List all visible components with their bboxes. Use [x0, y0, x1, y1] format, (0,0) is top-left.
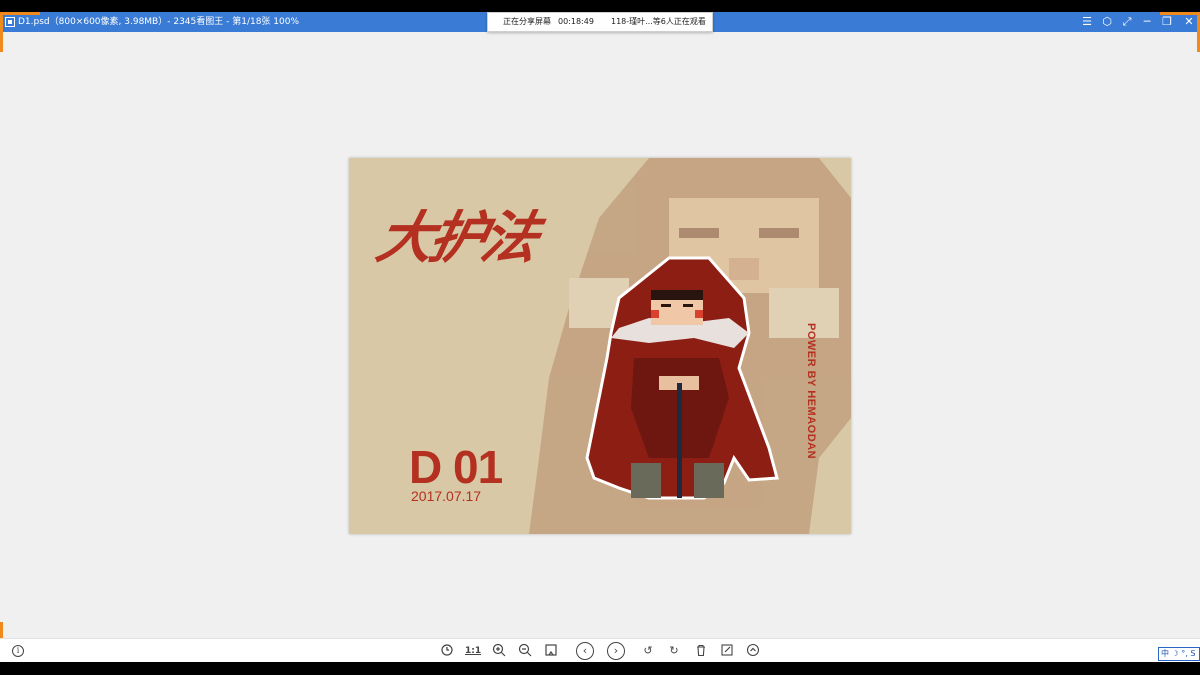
- screen-share-bar[interactable]: 正在分享屏幕 00:18:49 118-瑾叶...等6人正在观看: [487, 12, 713, 32]
- fullscreen-icon[interactable]: ⤢: [1117, 12, 1137, 32]
- share-status: 正在分享屏幕: [503, 17, 551, 26]
- next-image-button[interactable]: ›: [607, 642, 625, 660]
- minimize-button[interactable]: ─: [1137, 12, 1157, 32]
- restore-button[interactable]: ❐: [1157, 12, 1177, 32]
- rotate-view-icon[interactable]: [439, 643, 455, 659]
- poster-title: 大护法: [371, 205, 542, 271]
- poster-credit: POWER BY HEMAODAN: [805, 323, 817, 460]
- close-button[interactable]: ✕: [1179, 12, 1199, 32]
- skin-icon[interactable]: ⬡: [1097, 12, 1117, 32]
- menu-icon[interactable]: ☰: [1077, 12, 1097, 32]
- more-options-icon[interactable]: [745, 643, 761, 659]
- delete-icon[interactable]: [693, 643, 709, 659]
- rotate-left-icon[interactable]: ↺: [640, 643, 656, 659]
- previous-image-button[interactable]: ‹: [576, 642, 594, 660]
- edit-icon[interactable]: [719, 643, 735, 659]
- fit-window-icon[interactable]: [543, 643, 559, 659]
- share-frame-corner: [0, 12, 40, 15]
- share-frame-corner: [0, 12, 3, 52]
- share-frame-corner: [1160, 12, 1200, 15]
- bottom-toolbar: i 1:1 ‹ › ↺ ↻: [0, 638, 1200, 662]
- image-canvas[interactable]: 大护法 D 01 2017.07.17 POWER BY HEMAODAN: [349, 158, 851, 534]
- share-timer: 00:18:49: [558, 17, 594, 26]
- window-title: D1.psd（800×600像素, 3.98MB）- 2345看图王 - 第1/…: [18, 17, 300, 27]
- ime-indicator[interactable]: 中 ☽ °, S: [1158, 647, 1200, 661]
- poster-code: D 01: [409, 441, 503, 493]
- info-icon[interactable]: i: [12, 645, 24, 657]
- actual-size-button[interactable]: 1:1: [465, 643, 481, 659]
- zoom-in-icon[interactable]: [491, 643, 507, 659]
- zoom-out-icon[interactable]: [517, 643, 533, 659]
- poster-date: 2017.07.17: [411, 488, 482, 504]
- rotate-right-icon[interactable]: ↻: [666, 643, 682, 659]
- app-icon: [5, 17, 15, 27]
- share-viewers[interactable]: 118-瑾叶...等6人正在观看: [611, 13, 706, 31]
